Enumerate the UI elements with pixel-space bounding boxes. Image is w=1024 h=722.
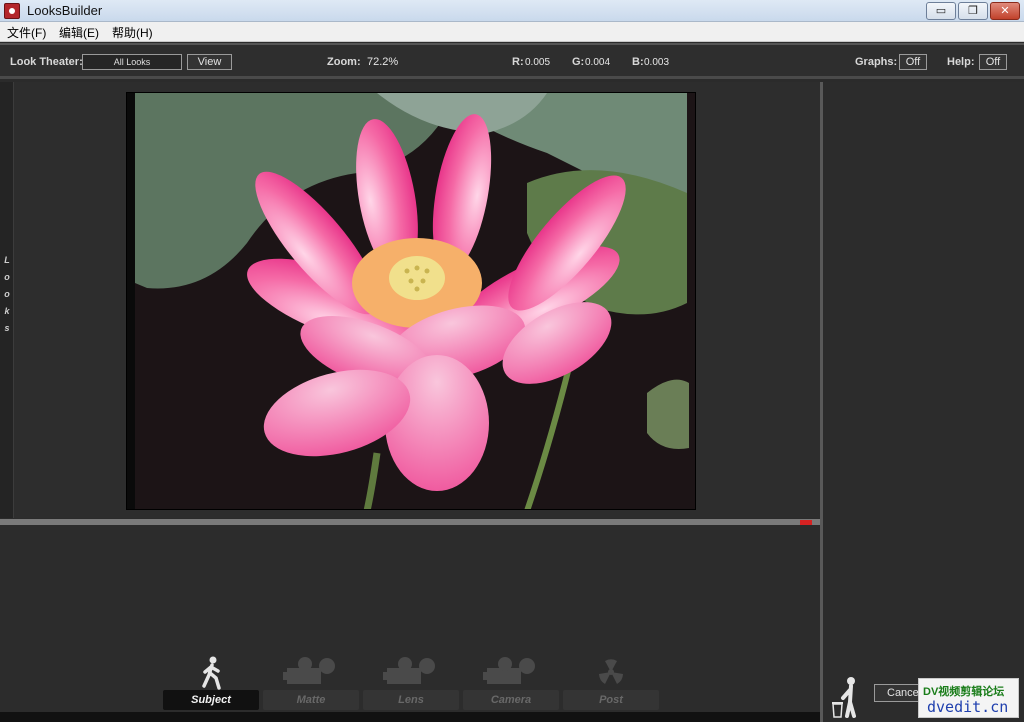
tab-matte[interactable]: Matte — [263, 690, 359, 710]
window-title: LooksBuilder — [27, 3, 103, 18]
lens-film-camera-icon[interactable] — [383, 656, 437, 688]
tools-panel — [823, 82, 1024, 722]
watermark-line1: DV视频剪辑论坛 — [923, 686, 1005, 698]
r-label: R: — [512, 56, 524, 68]
tab-lens[interactable]: Lens — [363, 690, 459, 710]
looks-side-tab-label: Looks — [4, 255, 10, 333]
zoom-value: 72.2% — [367, 56, 399, 68]
r-value: 0.005 — [525, 57, 551, 68]
help-toggle[interactable]: Off — [979, 54, 1007, 70]
watermark-line2: dvedit.cn — [927, 698, 1009, 716]
camera-film-camera-icon[interactable] — [483, 656, 537, 688]
title-bar: LooksBuilder ▭ ❐ ✕ — [0, 0, 1024, 22]
view-button[interactable]: View — [187, 54, 232, 70]
restore-button[interactable]: ❐ — [958, 2, 988, 20]
help-label: Help: — [947, 56, 975, 68]
looks-side-tab[interactable]: Looks — [0, 82, 14, 518]
trash-person-icon[interactable] — [830, 676, 862, 718]
walking-person-icon[interactable] — [198, 656, 226, 690]
bottom-strip — [0, 712, 820, 722]
menu-bar: 文件(F) 编辑(E) 帮助(H) — [0, 22, 1024, 42]
matte-film-camera-icon[interactable] — [283, 656, 337, 688]
radiation-icon[interactable] — [596, 658, 626, 686]
look-theater-label: Look Theater: — [10, 56, 83, 68]
g-value: 0.004 — [585, 57, 611, 68]
tab-subject[interactable]: Subject — [163, 690, 259, 710]
menu-help[interactable]: 帮助(H) — [112, 24, 153, 41]
tab-post[interactable]: Post — [563, 690, 659, 710]
menu-file[interactable]: 文件(F) — [7, 24, 46, 41]
b-value: 0.003 — [644, 57, 670, 68]
menu-edit[interactable]: 编辑(E) — [59, 24, 99, 41]
tab-camera[interactable]: Camera — [463, 690, 559, 710]
watermark: DV视频剪辑论坛 dvedit.cn — [918, 678, 1019, 718]
graphs-toggle[interactable]: Off — [899, 54, 927, 70]
app-icon — [4, 3, 20, 19]
look-theater-select[interactable]: All Looks — [82, 54, 182, 70]
close-button[interactable]: ✕ — [990, 2, 1020, 20]
preview-image — [126, 92, 696, 510]
g-label: G: — [572, 56, 585, 68]
graphs-label: Graphs: — [855, 56, 898, 68]
lotus-flower-image — [127, 93, 695, 509]
b-label: B: — [632, 56, 644, 68]
zoom-label: Zoom: — [327, 56, 361, 68]
minimize-button[interactable]: ▭ — [926, 2, 956, 20]
toolbar: Look Theater: All Looks View Zoom: 72.2%… — [0, 43, 1024, 79]
